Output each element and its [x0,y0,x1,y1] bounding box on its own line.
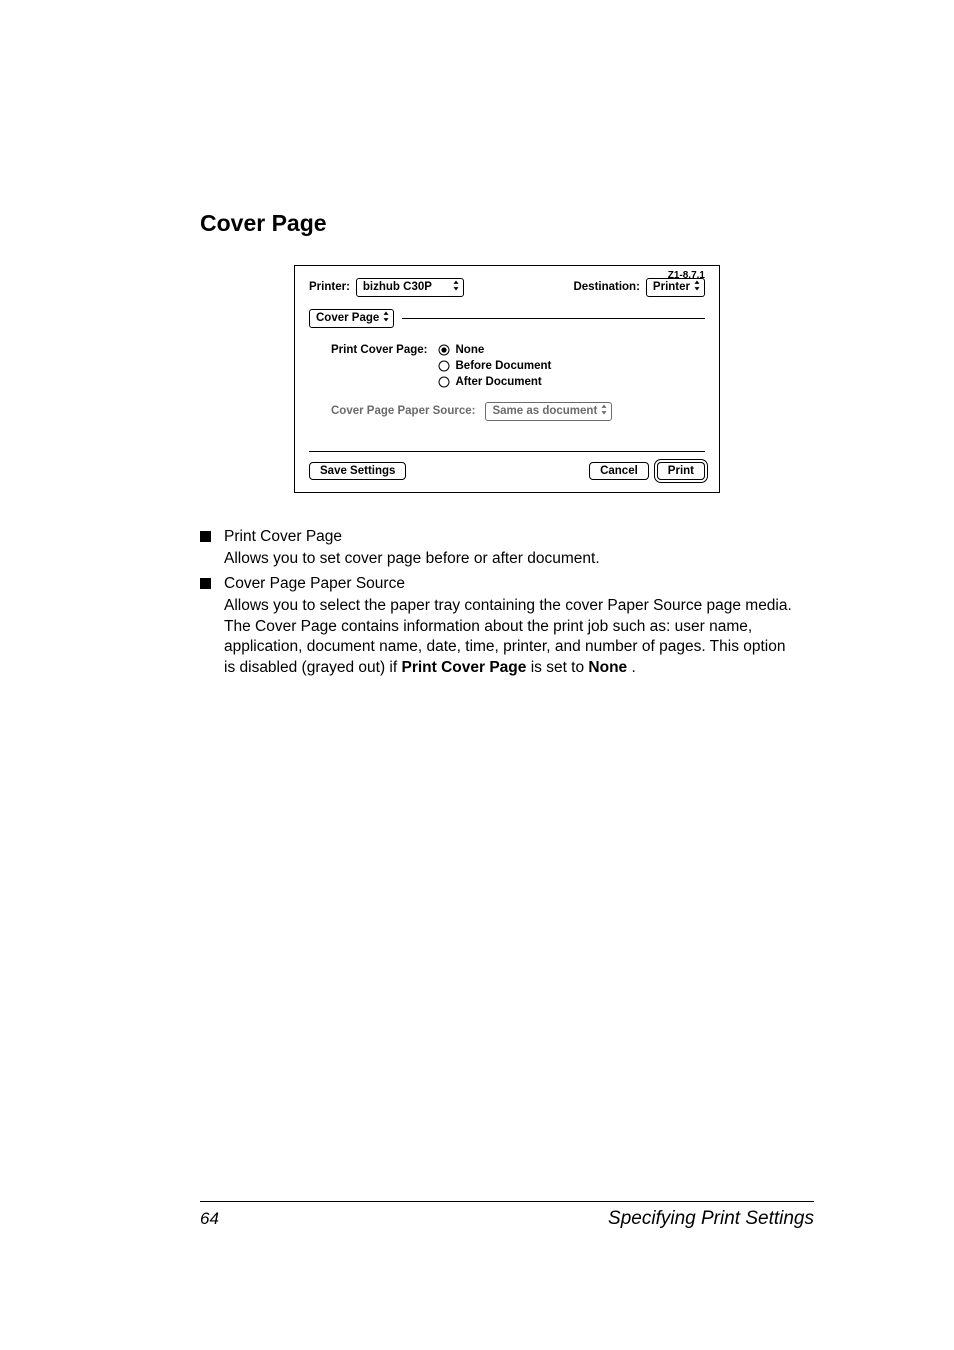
bullet-body: Allows you to set cover page before or a… [224,549,794,570]
dialog-separator [309,451,705,452]
footer-rule [200,1201,814,1202]
page-number: 64 [200,1209,219,1229]
radio-after[interactable]: After Document [438,376,706,388]
page-title: Cover Page [200,210,814,237]
destination-select-value: Printer [653,280,690,295]
list-item: Print Cover Page Allows you to set cover… [200,527,794,570]
radio-selected-icon [438,344,450,356]
destination-select[interactable]: Printer [646,278,705,297]
radio-after-label: After Document [456,376,542,388]
updown-icon [600,405,608,418]
cover-page-radio-group: Print Cover Page: None Before Document [331,344,705,388]
paper-source-value: Same as document [492,404,597,419]
body-text: . [631,659,635,676]
panel-row: Cover Page [309,309,705,328]
cancel-button[interactable]: Cancel [589,462,649,480]
body-strong: Print Cover Page [401,659,526,676]
destination-label: Destination: [573,281,639,293]
footer-row: 64 Specifying Print Settings [200,1208,814,1230]
bullet-list: Print Cover Page Allows you to set cover… [200,527,814,679]
radio-none[interactable]: None [438,344,706,356]
body-strong: None [588,659,627,676]
paper-source-select: Same as document [485,402,612,421]
radio-before[interactable]: Before Document [438,360,706,372]
paper-source-label: Cover Page Paper Source: [331,405,475,417]
print-cover-page-label: Print Cover Page: [331,344,428,388]
updown-icon [382,312,390,325]
printer-select[interactable]: bizhub C30P [356,278,464,297]
radio-before-label: Before Document [456,360,552,372]
list-item: Cover Page Paper Source Allows you to se… [200,574,794,680]
printer-label: Printer: [309,281,350,293]
radio-none-label: None [456,344,485,356]
paper-source-row: Cover Page Paper Source: Same as documen… [331,402,705,421]
print-dialog: Z1-8.7.1 Printer: bizhub C30P Destinatio… [294,265,720,493]
footer-title: Specifying Print Settings [608,1208,814,1230]
bullet-title: Print Cover Page [224,527,794,548]
panel-rule [402,318,705,319]
bullet-body: Allows you to select the paper tray cont… [224,596,794,680]
bullet-title: Cover Page Paper Source [224,574,794,595]
body-text: is set to [531,659,589,676]
dialog-actions: Save Settings Cancel Print [309,462,705,480]
updown-icon [452,281,460,294]
print-button[interactable]: Print [657,462,705,480]
panel-select-value: Cover Page [316,311,379,326]
dialog-top-row: Z1-8.7.1 Printer: bizhub C30P Destinatio… [309,278,705,297]
panel-select[interactable]: Cover Page [309,309,394,328]
updown-icon [693,281,701,294]
radio-unselected-icon [438,376,450,388]
page-footer: 64 Specifying Print Settings [200,1201,814,1230]
radio-unselected-icon [438,360,450,372]
save-settings-button[interactable]: Save Settings [309,462,406,480]
radio-options: None Before Document After Document [438,344,706,388]
printer-select-value: bizhub C30P [363,280,432,295]
